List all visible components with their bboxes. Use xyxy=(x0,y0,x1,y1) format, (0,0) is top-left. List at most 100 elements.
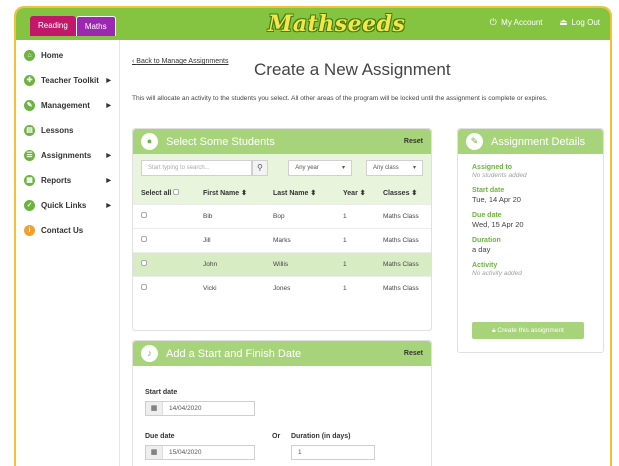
row-checkbox[interactable] xyxy=(141,284,147,291)
sort-icon: ⬍ xyxy=(359,189,366,197)
reset-students-button[interactable]: Reset xyxy=(404,138,423,145)
sort-icon: ⬍ xyxy=(241,189,248,197)
intro-text: This will allocate an activity to the st… xyxy=(132,95,548,102)
sidebar-item-label: Management xyxy=(41,101,90,110)
search-icon[interactable]: ⚲ xyxy=(251,160,269,176)
dates-card: ♪ Add a Start and Finish Date Reset Star… xyxy=(132,340,432,466)
reports-icon: ▦ xyxy=(24,175,35,186)
year-header[interactable]: Year ⬍ xyxy=(335,182,375,204)
log-out-label: Log Out xyxy=(571,17,600,27)
sidebar-item-reports[interactable]: ▦ Reports ▶ xyxy=(16,168,119,193)
select-all-checkbox[interactable] xyxy=(173,188,180,195)
toolkit-icon: ✚ xyxy=(24,75,35,86)
sidebar-item-home[interactable]: ⌂ Home xyxy=(16,43,119,68)
due-date-value: 15/04/2020 xyxy=(169,449,202,456)
due-date-value: Wed, 15 Apr 20 xyxy=(472,220,524,229)
due-date-label: Due date xyxy=(145,433,175,440)
students-table: Select all First Name ⬍ Last Name ⬍ Year… xyxy=(133,182,431,300)
row-checkbox[interactable] xyxy=(141,212,147,218)
duration-label: Duration (in days) xyxy=(291,433,351,440)
classes-header[interactable]: Classes ⬍ xyxy=(375,182,431,204)
my-account-label: My Account xyxy=(501,17,543,27)
sidebar-item-label: Quick Links xyxy=(41,201,87,210)
account-links: ⏻ My Account ⏏ Log Out xyxy=(488,17,600,27)
tab-reading[interactable]: Reading xyxy=(30,16,76,36)
sidebar-item-label: Contact Us xyxy=(41,226,84,235)
start-date-label: Start date xyxy=(472,187,505,194)
or-label: Or xyxy=(272,433,281,440)
program-tabs: Reading Maths xyxy=(30,16,116,36)
column-header: Year xyxy=(343,189,358,197)
page-title: Create a New Assignment xyxy=(254,60,451,79)
log-out-link[interactable]: ⏏ Log Out xyxy=(559,17,600,27)
select-all-header[interactable]: Select all xyxy=(133,182,195,204)
classes-cell: Maths Class xyxy=(375,203,431,228)
last-name-header[interactable]: Last Name ⬍ xyxy=(265,182,335,204)
first-name-cell: John xyxy=(195,251,265,276)
sidebar-item-contact-us[interactable]: i Contact Us xyxy=(16,218,119,243)
due-date-input[interactable]: ▦ 15/04/2020 xyxy=(145,445,255,460)
top-bar: Reading Maths Mathseeds ⏻ My Account ⏏ L… xyxy=(16,8,610,40)
tab-maths[interactable]: Maths xyxy=(75,16,116,36)
sidebar-item-management[interactable]: ✎ Management ▶ xyxy=(16,93,119,118)
start-date-input[interactable]: ▦ 14/04/2020 xyxy=(145,401,255,416)
last-name-cell: Jones xyxy=(265,275,335,300)
bell-icon: ♪ xyxy=(141,345,158,362)
logout-icon: ⏏ xyxy=(559,17,568,27)
duration-input[interactable]: 1 xyxy=(291,445,375,460)
power-icon: ⏻ xyxy=(489,17,497,27)
chevron-down-icon: ▾ xyxy=(342,165,346,171)
sidebar-item-assignments[interactable]: ☰ Assignments ▶ xyxy=(16,143,119,168)
back-link[interactable]: ‹ Back to Manage Assignments xyxy=(132,58,229,65)
assigned-to-label: Assigned to xyxy=(472,164,513,171)
classes-cell: Maths Class xyxy=(375,227,431,252)
duration-label: Duration xyxy=(472,237,501,244)
calendar-icon[interactable]: ▦ xyxy=(146,402,163,415)
reset-dates-button[interactable]: Reset xyxy=(404,350,423,357)
table-row[interactable]: Jill Marks 1 Maths Class xyxy=(133,227,431,252)
class-select[interactable]: Any class ▾ xyxy=(366,160,424,176)
first-name-cell: Bib xyxy=(195,203,265,228)
contact-icon: i xyxy=(24,225,35,236)
details-body: Assigned to No students added Start date… xyxy=(458,154,603,287)
row-checkbox[interactable] xyxy=(141,260,147,266)
start-date-value: 14/04/2020 xyxy=(169,405,202,412)
chevron-right-icon: ▶ xyxy=(106,78,111,84)
create-assignment-button[interactable]: 🔒︎ Create this assignment xyxy=(472,322,584,339)
year-cell: 1 xyxy=(335,275,375,300)
assigned-to-value: No students added xyxy=(472,172,527,179)
chevron-right-icon: ▶ xyxy=(106,178,111,184)
column-header: Classes xyxy=(383,189,410,197)
first-name-header[interactable]: First Name ⬍ xyxy=(195,182,265,204)
year-select[interactable]: Any year ▾ xyxy=(288,160,353,176)
table-row[interactable]: John Willis 1 Maths Class xyxy=(133,251,431,276)
lessons-icon: ▤ xyxy=(24,125,35,136)
year-select-value: Any year xyxy=(295,165,319,171)
table-row[interactable]: Vicki Jones 1 Maths Class xyxy=(133,275,431,300)
start-date-value: Tue, 14 Apr 20 xyxy=(472,195,521,204)
sidebar-item-label: Home xyxy=(41,51,64,60)
lock-icon: 🔒︎ xyxy=(492,327,496,334)
last-name-cell: Bop xyxy=(265,203,335,228)
student-search-input[interactable]: Start typing to search... xyxy=(141,160,252,176)
my-account-link[interactable]: ⏻ My Account xyxy=(488,17,543,27)
paperclip-icon: ✎ xyxy=(466,133,483,150)
table-row[interactable]: Bib Bop 1 Maths Class xyxy=(133,203,431,228)
sidebar-item-quick-links[interactable]: ✓ Quick Links ▶ xyxy=(16,193,119,218)
activity-label: Activity xyxy=(472,262,498,269)
app-window: Reading Maths Mathseeds ⏻ My Account ⏏ L… xyxy=(14,6,612,466)
table-header-row: Select all First Name ⬍ Last Name ⬍ Year… xyxy=(133,182,431,204)
row-checkbox[interactable] xyxy=(141,236,147,242)
column-header: Select all xyxy=(141,189,172,197)
user-icon: ● xyxy=(141,133,158,150)
mathseeds-logo[interactable]: Mathseeds xyxy=(268,11,405,37)
assignment-details-card: ✎ Assignment Details Assigned to No stud… xyxy=(457,128,604,353)
sidebar-item-teacher-toolkit[interactable]: ✚ Teacher Toolkit ▶ xyxy=(16,68,119,93)
first-name-cell: Jill xyxy=(195,227,265,252)
home-icon: ⌂ xyxy=(24,50,35,61)
filter-row: Start typing to search... ⚲ Any year ▾ A… xyxy=(133,154,431,182)
chevron-right-icon: ▶ xyxy=(106,203,111,209)
sidebar-item-lessons[interactable]: ▤ Lessons xyxy=(16,118,119,143)
calendar-icon[interactable]: ▦ xyxy=(146,446,163,459)
sidebar-item-label: Assignments xyxy=(41,151,92,160)
